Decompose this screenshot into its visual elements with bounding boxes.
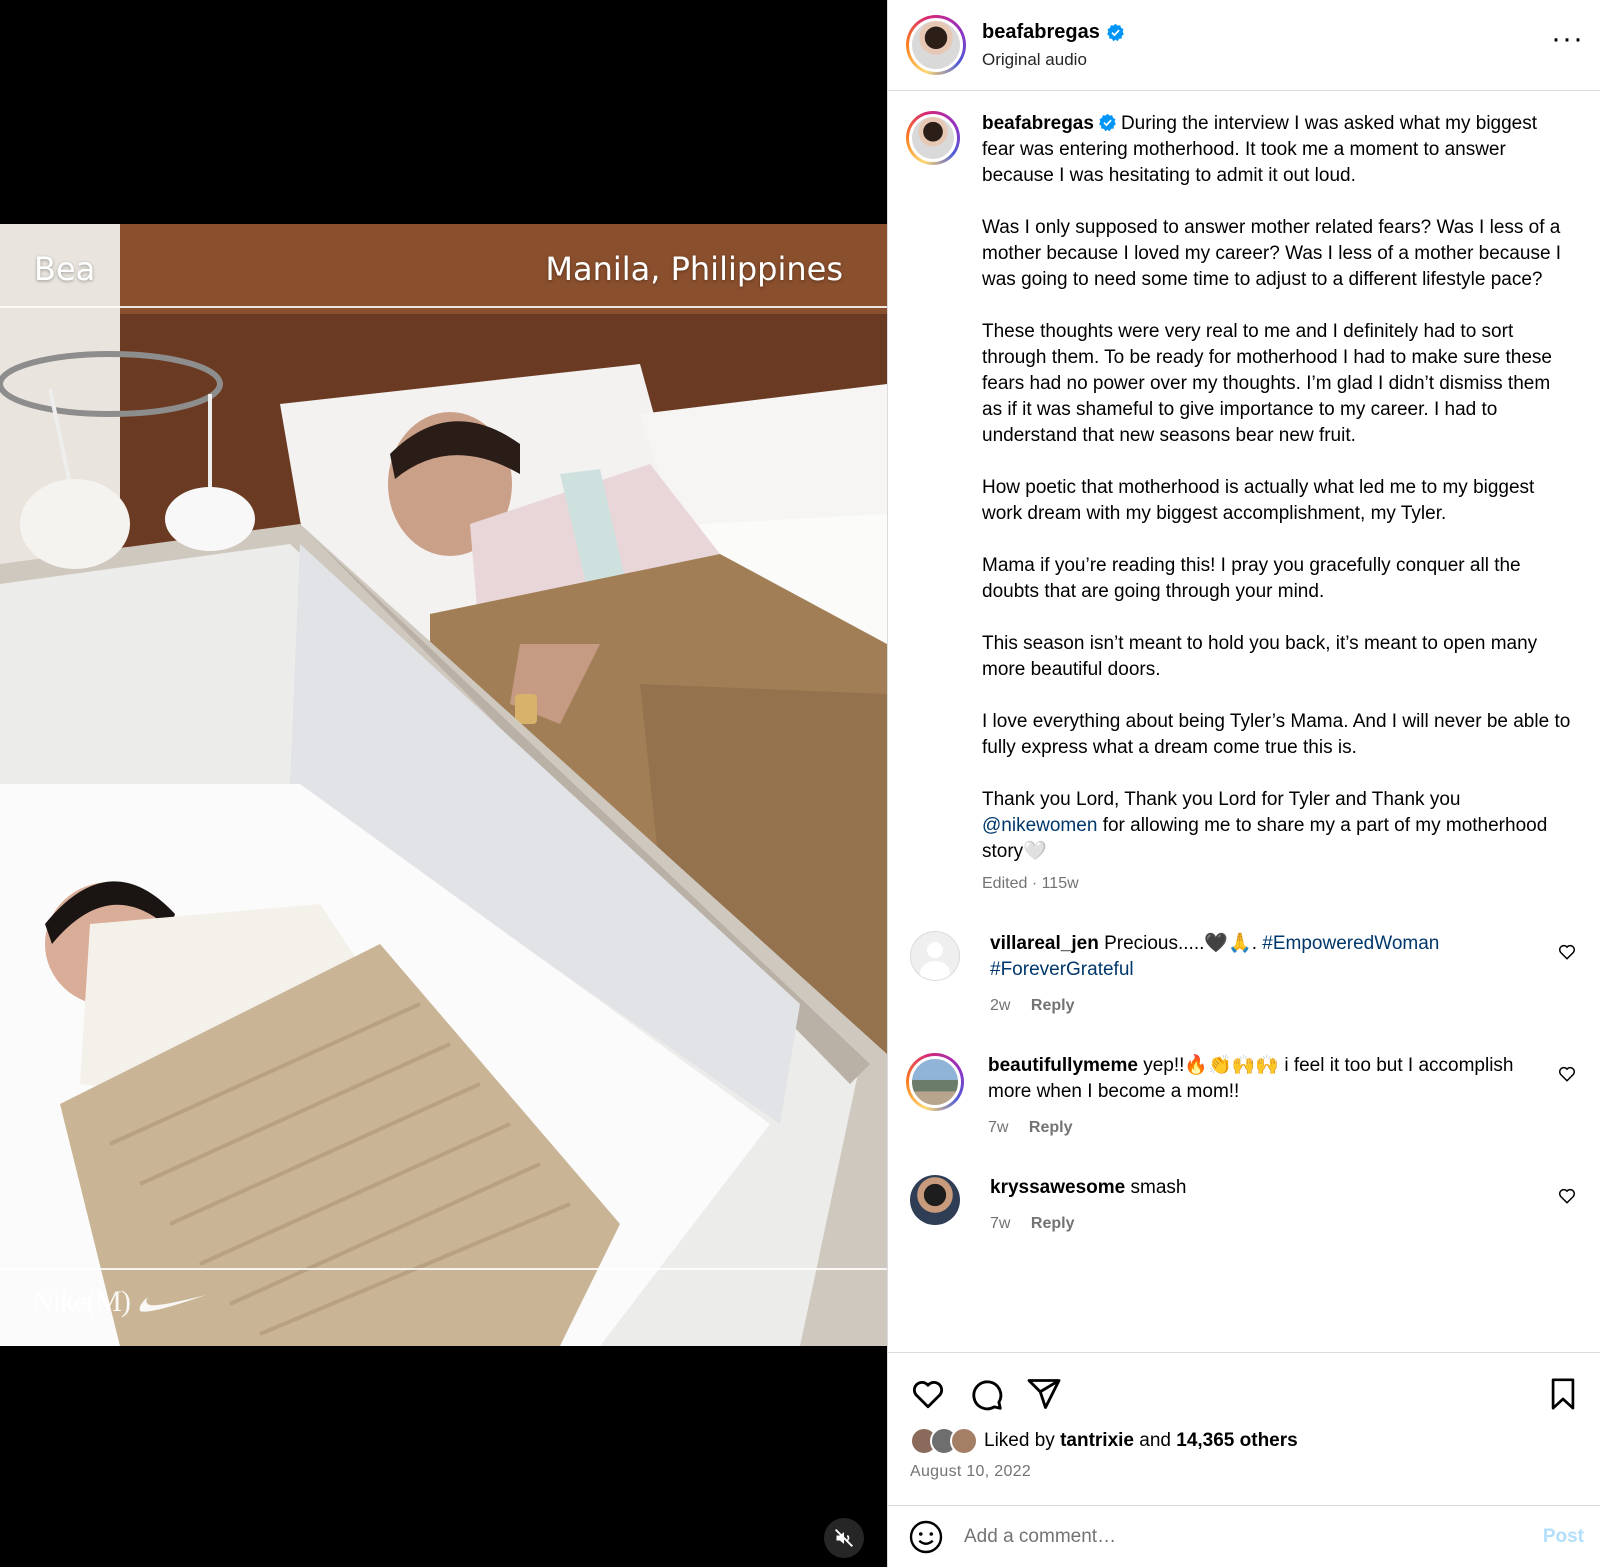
- like-button[interactable]: [910, 1376, 946, 1412]
- caption-paragraph-2: Was I only supposed to answer mother rel…: [982, 217, 1562, 290]
- mute-button[interactable]: [824, 1518, 864, 1558]
- comment-button[interactable]: [968, 1376, 1004, 1412]
- comment-text: smash: [1130, 1177, 1187, 1198]
- liked-by-user[interactable]: tantrixie: [1060, 1430, 1134, 1452]
- overlay-divider-top: [0, 306, 887, 308]
- caption-paragraph-7: I love everything about being Tyler’s Ma…: [982, 711, 1571, 758]
- comment-meta: 7w Reply: [990, 1211, 1550, 1237]
- media-viewer[interactable]: Bea Manila, Philippines Nike(M): [0, 0, 887, 1567]
- post-actions: Liked by tantrixie and 14,365 others Aug…: [888, 1352, 1600, 1481]
- reply-button[interactable]: Reply: [1031, 1215, 1075, 1232]
- emoji-icon[interactable]: [908, 1519, 944, 1555]
- verified-badge-icon: [1106, 23, 1124, 41]
- reply-button[interactable]: Reply: [1029, 1119, 1073, 1136]
- comment-text: Precious.....🖤🙏.: [1104, 933, 1257, 954]
- comment-meta: 7w Reply: [988, 1115, 1548, 1141]
- likes-summary[interactable]: Liked by tantrixie and 14,365 others: [910, 1427, 1580, 1455]
- overlay-location: Manila, Philippines: [545, 250, 843, 288]
- share-icon: [1027, 1379, 1061, 1409]
- author-meta: beafabregas Original audio: [982, 21, 1125, 70]
- author-username[interactable]: beafabregas: [982, 21, 1125, 44]
- reply-button[interactable]: Reply: [1031, 997, 1075, 1014]
- caption-username[interactable]: beafabregas: [982, 113, 1094, 134]
- post-header: beafabregas Original audio ···: [888, 0, 1600, 91]
- comment-input[interactable]: [964, 1525, 1543, 1548]
- caption-p8-start: Thank you Lord, Thank you Lord for Tyler…: [982, 789, 1461, 810]
- post-video[interactable]: [0, 224, 887, 1346]
- comment-time: 2w: [990, 997, 1011, 1014]
- speaker-muted-icon: [835, 1529, 853, 1547]
- comment-time: 7w: [988, 1119, 1009, 1136]
- comment-icon: [972, 1380, 1003, 1411]
- comment-item: beautifullymeme yep!!🔥👏🙌🙌 i feel it too …: [906, 1053, 1576, 1141]
- author-avatar[interactable]: [906, 15, 966, 75]
- liked-by-and: and: [1139, 1430, 1171, 1451]
- comment-item: villareal_jen Precious.....🖤🙏. #Empowere…: [906, 931, 1576, 1019]
- caption-paragraph-4: How poetic that motherhood is actually w…: [982, 477, 1535, 524]
- action-bar: [910, 1375, 1580, 1413]
- more-options-icon[interactable]: ···: [1551, 24, 1584, 54]
- overlay-divider-bottom: [0, 1268, 887, 1270]
- caption-paragraph-8: Thank you Lord, Thank you Lord for Tyler…: [982, 787, 1572, 865]
- comments-scroll-area[interactable]: beafabregas During the interview I was a…: [888, 91, 1600, 1351]
- comment-avatar[interactable]: [906, 1053, 964, 1111]
- caption-paragraph-5: Mama if you’re reading this! I pray you …: [982, 555, 1521, 602]
- comment-body: villareal_jen Precious.....🖤🙏. #Empowere…: [990, 931, 1550, 1019]
- caption: beafabregas During the interview I was a…: [906, 111, 1576, 897]
- caption-avatar[interactable]: [906, 111, 960, 165]
- comment-username[interactable]: beautifullymeme: [988, 1055, 1138, 1076]
- comment-like-heart-icon[interactable]: [1558, 1187, 1576, 1205]
- caption-edited-time: Edited · 115w: [982, 875, 1079, 892]
- comment-avatar[interactable]: [910, 1175, 960, 1225]
- overlay-name: Bea: [34, 250, 96, 288]
- post-panel: beafabregas Original audio ··· beafabreg…: [887, 0, 1600, 1567]
- swoosh-icon: [140, 1295, 207, 1312]
- comment-body: beautifullymeme yep!!🔥👏🙌🙌 i feel it too …: [988, 1053, 1548, 1141]
- comment-avatar[interactable]: [910, 931, 960, 981]
- bookmark-icon: [1551, 1378, 1575, 1410]
- author-username-text[interactable]: beafabregas: [982, 21, 1100, 44]
- liked-by-prefix: Liked by: [984, 1430, 1055, 1451]
- comment-username[interactable]: kryssawesome: [990, 1177, 1125, 1198]
- caption-paragraph-3: These thoughts were very real to me and …: [982, 321, 1552, 446]
- comment-like-heart-icon[interactable]: [1558, 943, 1576, 961]
- comment-time: 7w: [990, 1215, 1011, 1232]
- comment-like-heart-icon[interactable]: [1558, 1065, 1576, 1083]
- mention-link[interactable]: @nikewomen: [982, 815, 1097, 836]
- comment-meta: 2w Reply: [990, 993, 1550, 1019]
- liked-by-others[interactable]: 14,365 others: [1176, 1430, 1297, 1452]
- comment-username[interactable]: villareal_jen: [990, 933, 1099, 954]
- brand-text: Nike(M): [32, 1285, 131, 1318]
- post-button[interactable]: Post: [1543, 1526, 1584, 1548]
- post-modal: Bea Manila, Philippines Nike(M) beafabre…: [0, 0, 1600, 1567]
- brand-watermark: Nike(M): [32, 1285, 208, 1319]
- save-button[interactable]: [1546, 1377, 1580, 1411]
- heart-icon: [912, 1380, 944, 1409]
- comment-item: kryssawesome smash 7w Reply: [906, 1175, 1576, 1237]
- post-date[interactable]: August 10, 2022: [910, 1463, 1580, 1481]
- share-button[interactable]: [1026, 1376, 1062, 1412]
- verified-badge-icon: [1099, 113, 1116, 132]
- liker-avatars: [910, 1427, 978, 1455]
- comment-body: kryssawesome smash 7w Reply: [990, 1175, 1550, 1237]
- audio-label[interactable]: Original audio: [982, 50, 1125, 70]
- add-comment-bar: Post: [888, 1505, 1600, 1567]
- caption-paragraph-6: This season isn’t meant to hold you back…: [982, 633, 1538, 680]
- caption-text: beafabregas During the interview I was a…: [982, 111, 1572, 897]
